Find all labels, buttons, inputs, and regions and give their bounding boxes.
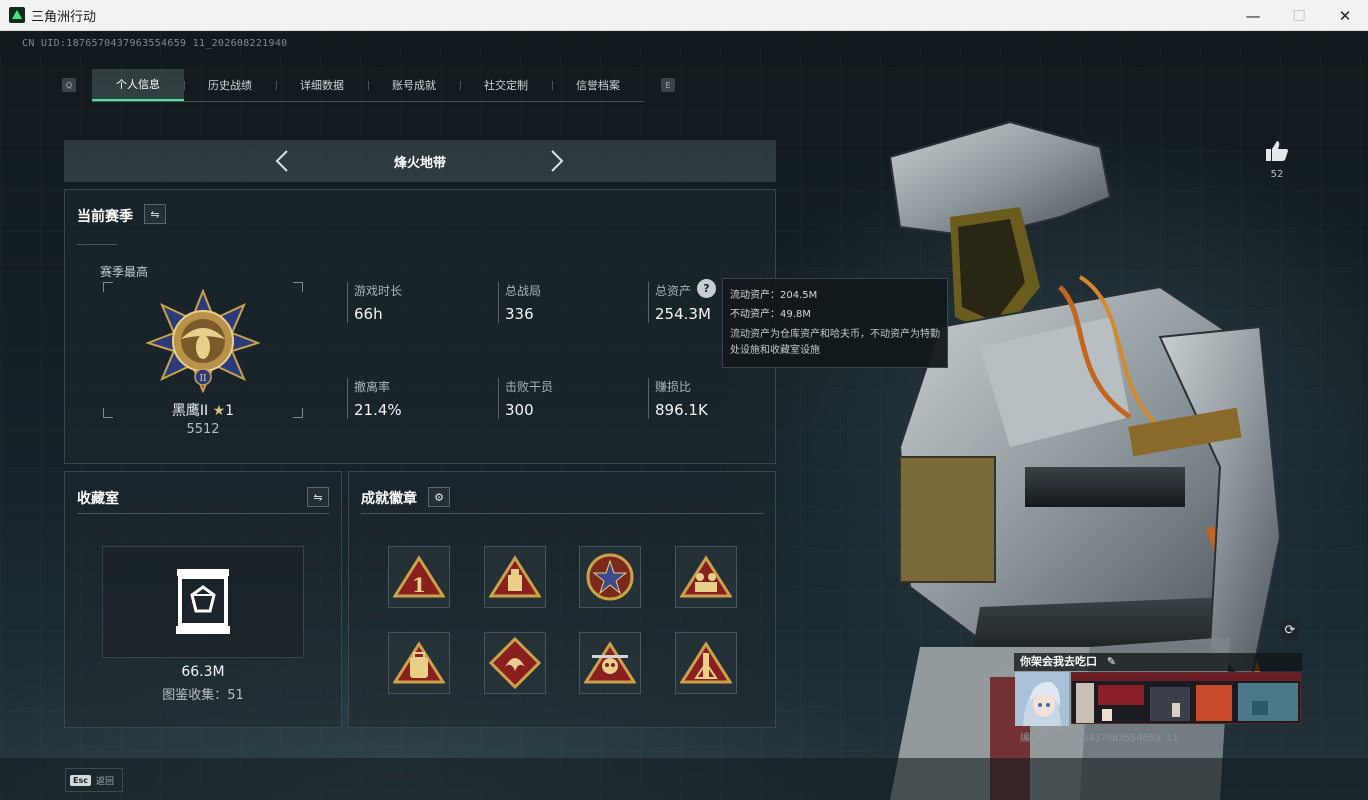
player-card-uid: 编号:1876570437963554659 11 [1020, 733, 1179, 744]
stat-play-time: 游戏时长 66h [347, 282, 402, 323]
uid-text: CN UID:1876570437963554659 11_2026082219… [22, 38, 288, 49]
player-name: 你架会我去吃口 [1020, 655, 1097, 668]
season-title-underline [77, 244, 117, 245]
stat-label: 赚损比 [655, 380, 692, 394]
like-count: 52 [1270, 169, 1284, 180]
tab-achievements[interactable]: 账号成就 [368, 69, 460, 101]
stat-total-matches: 总战局 336 [498, 282, 541, 323]
badge-supply-icon[interactable] [484, 546, 546, 608]
frame-corner [293, 282, 303, 292]
tooltip-description: 流动资产为仓库资产和哈夫币，不动资产为特勤处设施和收藏室设施 [730, 329, 940, 356]
back-label: 返回 [95, 776, 114, 787]
badge-backpack-icon[interactable] [388, 632, 450, 694]
rank-name: 黑鹰II ★1 [140, 400, 266, 420]
chevron-left-icon [275, 150, 288, 172]
season-swap-button[interactable]: ⇋ [144, 204, 166, 224]
assets-help-icon[interactable]: ? [697, 279, 716, 298]
game-viewport: CN UID:1876570437963554659 11_2026082219… [0, 31, 1368, 800]
frame-corner [293, 408, 303, 418]
refresh-icon[interactable]: ⟳ [1280, 620, 1300, 640]
close-button[interactable]: ✕ [1322, 0, 1368, 31]
assets-tooltip: 流动资产：204.5M 不动资产：49.8M 流动资产为仓库资产和哈夫币，不动资… [722, 278, 948, 368]
badge-tower-icon[interactable] [675, 632, 737, 694]
app-logo-icon [9, 7, 25, 23]
badges-underline [361, 513, 764, 514]
stat-extraction-rate: 撤离率 21.4% [347, 378, 402, 419]
tab-detailed-data[interactable]: 详细数据 [276, 69, 368, 101]
mode-prev-button[interactable] [275, 149, 289, 176]
badge-rank-1-icon[interactable]: 1 [388, 546, 450, 608]
thumbs-up-icon[interactable] [1265, 140, 1289, 162]
vault-title: 收藏室 [77, 491, 119, 507]
rank-medal-icon: II [146, 289, 260, 393]
stat-value: 896.1K [655, 401, 708, 419]
frame-corner [103, 408, 113, 418]
window-title: 三角洲行动 [31, 9, 97, 25]
season-best-label: 赛季最高 [100, 265, 149, 279]
avatar[interactable] [1015, 672, 1069, 726]
stat-profit-loss: 赚损比 896.1K [648, 378, 708, 419]
rank-name-text: 黑鹰II [171, 403, 209, 419]
season-title: 当前赛季 [77, 209, 133, 225]
badge-star-medal-icon[interactable] [579, 546, 641, 608]
stat-operators-killed: 击败干员 300 [498, 378, 553, 419]
footer-bar [0, 758, 1368, 800]
badges-settings-button[interactable]: ⚙ [428, 487, 450, 507]
stat-label: 总战局 [505, 284, 542, 298]
tab-prev-key[interactable]: Q [62, 78, 76, 92]
vault-showcase-icon [176, 569, 230, 634]
stat-value: 300 [505, 401, 534, 419]
tooltip-fixed-assets: 不动资产：49.8M [730, 309, 811, 320]
window-controls: — ☐ ✕ [1230, 0, 1368, 31]
badge-dragon-icon[interactable] [484, 632, 546, 694]
tab-personal-info[interactable]: 个人信息 [92, 69, 184, 101]
tooltip-liquid-assets: 流动资产：204.5M [730, 290, 818, 301]
rank-score: 5512 [186, 422, 220, 437]
vault-collection: 图鉴收集：51 [162, 688, 244, 703]
stat-label: 撤离率 [354, 380, 391, 394]
tab-history[interactable]: 历史战绩 [184, 69, 276, 101]
badge-skull-icon[interactable] [579, 632, 641, 694]
back-button[interactable]: Esc 返回 [65, 768, 123, 792]
vault-swap-button[interactable]: ⇋ [307, 487, 329, 507]
profile-tabs: 个人信息 历史战绩 详细数据 账号成就 社交定制 信誉档案 [92, 69, 644, 102]
window-titlebar: 三角洲行动 — ☐ ✕ [0, 0, 1368, 31]
mode-selector: 烽火地带 [64, 140, 776, 182]
player-card-banner [1071, 672, 1301, 724]
rank-star-count: 1 [225, 403, 235, 419]
minimize-button[interactable]: — [1230, 0, 1276, 31]
chevron-right-icon [551, 150, 564, 172]
stat-label: 游戏时长 [354, 284, 403, 298]
tab-next-key[interactable]: E [661, 78, 675, 92]
edit-name-icon[interactable]: ✎ [1107, 655, 1116, 668]
stat-value: 336 [505, 305, 534, 323]
maximize-button[interactable]: ☐ [1276, 0, 1322, 31]
tab-reputation[interactable]: 信誉档案 [552, 69, 644, 101]
badge-squad-icon[interactable] [675, 546, 737, 608]
esc-key-icon: Esc [70, 774, 91, 786]
stat-label: 击败干员 [505, 380, 554, 394]
stat-value: 21.4% [354, 401, 402, 419]
svg-text:II: II [199, 374, 207, 384]
vault-value: 66.3M [181, 664, 225, 680]
vault-underline [77, 513, 330, 514]
stat-value: 66h [354, 305, 383, 323]
player-card-name: 你架会我去吃口 ✎ [1014, 653, 1302, 671]
frame-corner [103, 282, 113, 292]
stat-value: 254.3M [655, 305, 711, 323]
badges-title: 成就徽章 [361, 491, 417, 507]
rank-star-icon: ★ [212, 403, 226, 419]
mode-title: 烽火地带 [393, 155, 446, 171]
tab-social-custom[interactable]: 社交定制 [460, 69, 552, 101]
svg-text:1: 1 [412, 573, 426, 597]
mode-next-button[interactable] [550, 149, 564, 176]
